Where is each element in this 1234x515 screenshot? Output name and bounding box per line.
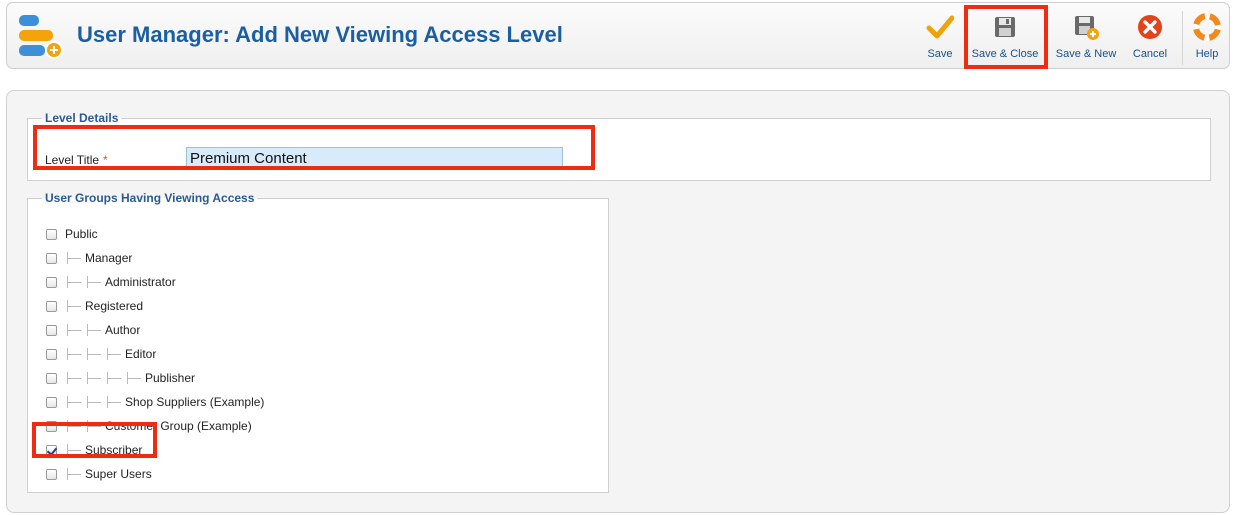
tree-indent-icon (85, 395, 105, 409)
level-title-label-text: Level Title (45, 153, 100, 167)
required-marker: * (103, 153, 108, 167)
group-label: Subscriber (85, 443, 143, 457)
group-row[interactable]: Publisher (46, 369, 195, 387)
toolbar: User Manager: Add New Viewing Access Lev… (6, 2, 1230, 69)
save-and-close-label: Save & Close (971, 48, 1039, 60)
tree-indent-icon (105, 347, 125, 361)
toolbar-divider (1182, 11, 1183, 65)
user-manager-icon (19, 15, 63, 59)
tree-indent-icon (65, 251, 85, 265)
group-checkbox[interactable] (46, 468, 57, 480)
group-checkbox[interactable] (46, 444, 57, 456)
save-button[interactable]: Save (919, 13, 961, 65)
tree-indent-icon (65, 467, 85, 481)
group-label: Shop Suppliers (Example) (125, 395, 265, 409)
group-row[interactable]: Administrator (46, 273, 176, 291)
group-label: Public (65, 227, 98, 241)
level-details-fieldset: Level Details Level Title * (27, 111, 1211, 181)
user-groups-fieldset: User Groups Having Viewing Access Public… (27, 191, 609, 493)
group-row[interactable]: Public (46, 225, 98, 243)
checkmark-icon (926, 15, 954, 39)
group-row[interactable]: Subscriber (46, 441, 142, 459)
tree-indent-icon (85, 323, 105, 337)
group-checkbox[interactable] (46, 252, 57, 264)
group-checkbox[interactable] (46, 300, 57, 312)
group-label: Author (105, 323, 141, 337)
level-title-label: Level Title * (45, 153, 108, 167)
group-checkbox[interactable] (46, 324, 57, 336)
tree-indent-icon (65, 323, 85, 337)
group-label: Editor (125, 347, 157, 361)
save-and-new-button[interactable]: Save & New (1053, 13, 1119, 65)
lifebuoy-icon (1193, 13, 1221, 41)
tree-indent-icon (65, 275, 85, 289)
floppy-disk-plus-icon (1075, 16, 1099, 40)
group-label: Customer Group (Example) (105, 419, 252, 433)
cancel-x-icon (1138, 15, 1162, 39)
cancel-button-label: Cancel (1132, 48, 1168, 60)
tree-indent-icon (125, 371, 145, 385)
main-panel: Level Details Level Title* User Groups H… (6, 90, 1230, 513)
tree-indent-icon (65, 443, 85, 457)
tree-indent-icon (65, 299, 85, 313)
group-row[interactable]: Shop Suppliers (Example) (46, 393, 264, 411)
help-button[interactable]: Help (1189, 13, 1225, 65)
save-and-new-label: Save & New (1055, 48, 1117, 60)
tree-indent-icon (85, 347, 105, 361)
help-button-label: Help (1195, 48, 1219, 60)
save-button-label: Save (927, 48, 953, 60)
tree-indent-icon (65, 371, 85, 385)
tree-indent-icon (85, 275, 105, 289)
tree-indent-icon (65, 419, 85, 433)
level-details-legend: Level Details (45, 111, 119, 125)
group-row[interactable]: Customer Group (Example) (46, 417, 252, 435)
group-label: Super Users (85, 467, 152, 481)
group-checkbox[interactable] (46, 228, 57, 240)
group-checkbox[interactable] (46, 276, 57, 288)
tree-indent-icon (105, 395, 125, 409)
group-row[interactable]: Editor (46, 345, 156, 363)
level-title-input[interactable] (186, 147, 563, 169)
floppy-disk-icon (995, 17, 1015, 37)
save-and-close-button[interactable]: Save & Close (969, 13, 1041, 65)
tree-indent-icon (65, 347, 85, 361)
group-label: Administrator (105, 275, 176, 289)
page-title: User Manager: Add New Viewing Access Lev… (77, 22, 563, 47)
tree-indent-icon (65, 395, 85, 409)
cancel-button[interactable]: Cancel (1129, 13, 1171, 65)
group-checkbox[interactable] (46, 372, 57, 384)
tree-indent-icon (85, 419, 105, 433)
group-label: Registered (85, 299, 144, 313)
group-row[interactable]: Registered (46, 297, 143, 315)
group-row[interactable]: Author (46, 321, 140, 339)
group-label: Manager (85, 251, 133, 265)
tree-indent-icon (85, 371, 105, 385)
group-checkbox[interactable] (46, 348, 57, 360)
tree-indent-icon (105, 371, 125, 385)
group-checkbox[interactable] (46, 396, 57, 408)
group-row[interactable]: Super Users (46, 465, 152, 483)
group-row[interactable]: Manager (46, 249, 132, 267)
group-label: Publisher (145, 371, 196, 385)
group-checkbox[interactable] (46, 420, 57, 432)
user-groups-legend: User Groups Having Viewing Access (45, 191, 255, 205)
